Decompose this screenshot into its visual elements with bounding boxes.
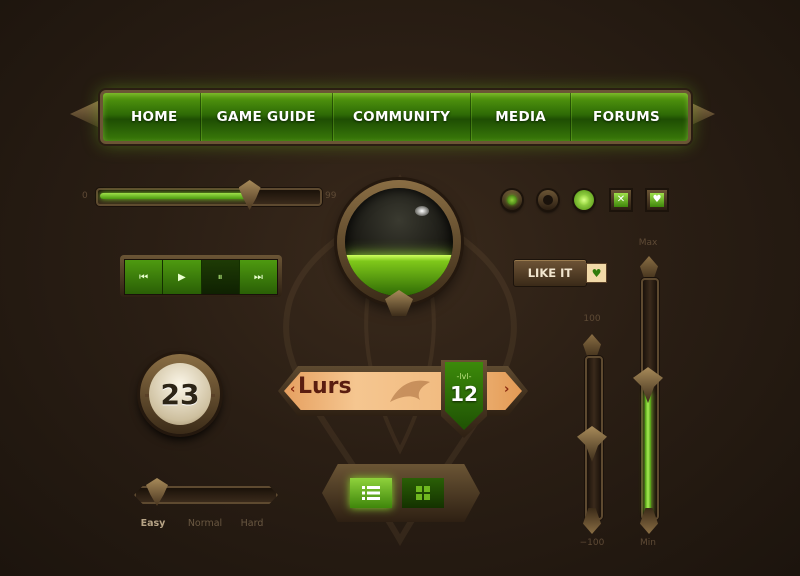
vslider-left-max-label: 100 bbox=[583, 314, 601, 324]
character-selector: ‹ Lurs -lvl- 12 › bbox=[258, 360, 548, 438]
nav-item-home[interactable]: HOME bbox=[109, 93, 201, 141]
favorite-checkbox[interactable]: ♥ bbox=[647, 190, 667, 210]
dragon-emblem-icon bbox=[390, 380, 430, 402]
vslider-right-fill bbox=[645, 391, 651, 514]
like-heart-icon[interactable]: ♥ bbox=[586, 263, 607, 283]
slider-max-label: 99 bbox=[325, 191, 337, 201]
volume-slider-fill bbox=[100, 193, 249, 199]
previous-track-button[interactable]: ⏮ bbox=[125, 260, 164, 294]
list-view-button[interactable] bbox=[350, 478, 392, 508]
vslider-right-max-label: Max bbox=[638, 238, 658, 248]
counter-dial: 23 bbox=[140, 354, 220, 434]
nav-item-game-guide[interactable]: GAME GUIDE bbox=[201, 93, 333, 141]
next-character-arrow[interactable]: › bbox=[504, 382, 509, 397]
health-orb bbox=[337, 180, 461, 316]
counter-value: 23 bbox=[149, 363, 211, 425]
media-player-controls: ⏮ ▶ ⏸ ⏭ bbox=[120, 255, 282, 297]
level-badge-inner: -lvl- 12 bbox=[445, 362, 483, 430]
pause-button[interactable]: ⏸ bbox=[201, 260, 240, 294]
health-orb-liquid bbox=[345, 254, 453, 296]
next-track-button[interactable]: ⏭ bbox=[239, 260, 277, 294]
level-tag: -lvl- bbox=[456, 372, 472, 381]
like-it-button[interactable]: LIKE IT bbox=[513, 259, 587, 287]
previous-character-arrow[interactable]: ‹ bbox=[290, 382, 295, 397]
character-name: Lurs bbox=[298, 374, 352, 399]
vslider-right-min-label: Min bbox=[640, 538, 656, 548]
radio-button-lit[interactable] bbox=[574, 190, 594, 210]
close-icon: ✕ bbox=[614, 193, 628, 207]
play-button[interactable]: ▶ bbox=[163, 260, 202, 294]
volume-slider-track[interactable] bbox=[96, 180, 322, 210]
level-value: 12 bbox=[450, 382, 478, 406]
grid-icon bbox=[416, 486, 430, 500]
nav-item-forums[interactable]: FORUMS bbox=[571, 93, 682, 141]
nav-item-community[interactable]: COMMUNITY bbox=[333, 93, 472, 141]
vslider-right-track[interactable] bbox=[641, 278, 659, 520]
nav-bar: HOME GAME GUIDE COMMUNITY MEDIA FORUMS bbox=[100, 90, 691, 144]
view-toggle-frame bbox=[322, 464, 480, 522]
heart-icon: ♥ bbox=[650, 193, 664, 207]
health-orb-shine bbox=[415, 206, 429, 216]
health-orb-glass bbox=[345, 188, 453, 296]
list-icon bbox=[362, 486, 380, 500]
close-checkbox[interactable]: ✕ bbox=[611, 190, 631, 210]
radio-button-unselected[interactable] bbox=[538, 190, 558, 210]
vslider-left-min-label: −100 bbox=[579, 538, 605, 548]
main-navigation: HOME GAME GUIDE COMMUNITY MEDIA FORUMS bbox=[70, 82, 715, 146]
difficulty-easy-label[interactable]: Easy bbox=[123, 518, 183, 529]
slider-min-label: 0 bbox=[82, 191, 88, 201]
difficulty-hard-label[interactable]: Hard bbox=[222, 518, 282, 529]
nav-item-media[interactable]: MEDIA bbox=[471, 93, 572, 141]
radio-button-selected[interactable] bbox=[502, 190, 522, 210]
grid-view-button[interactable] bbox=[402, 478, 444, 508]
